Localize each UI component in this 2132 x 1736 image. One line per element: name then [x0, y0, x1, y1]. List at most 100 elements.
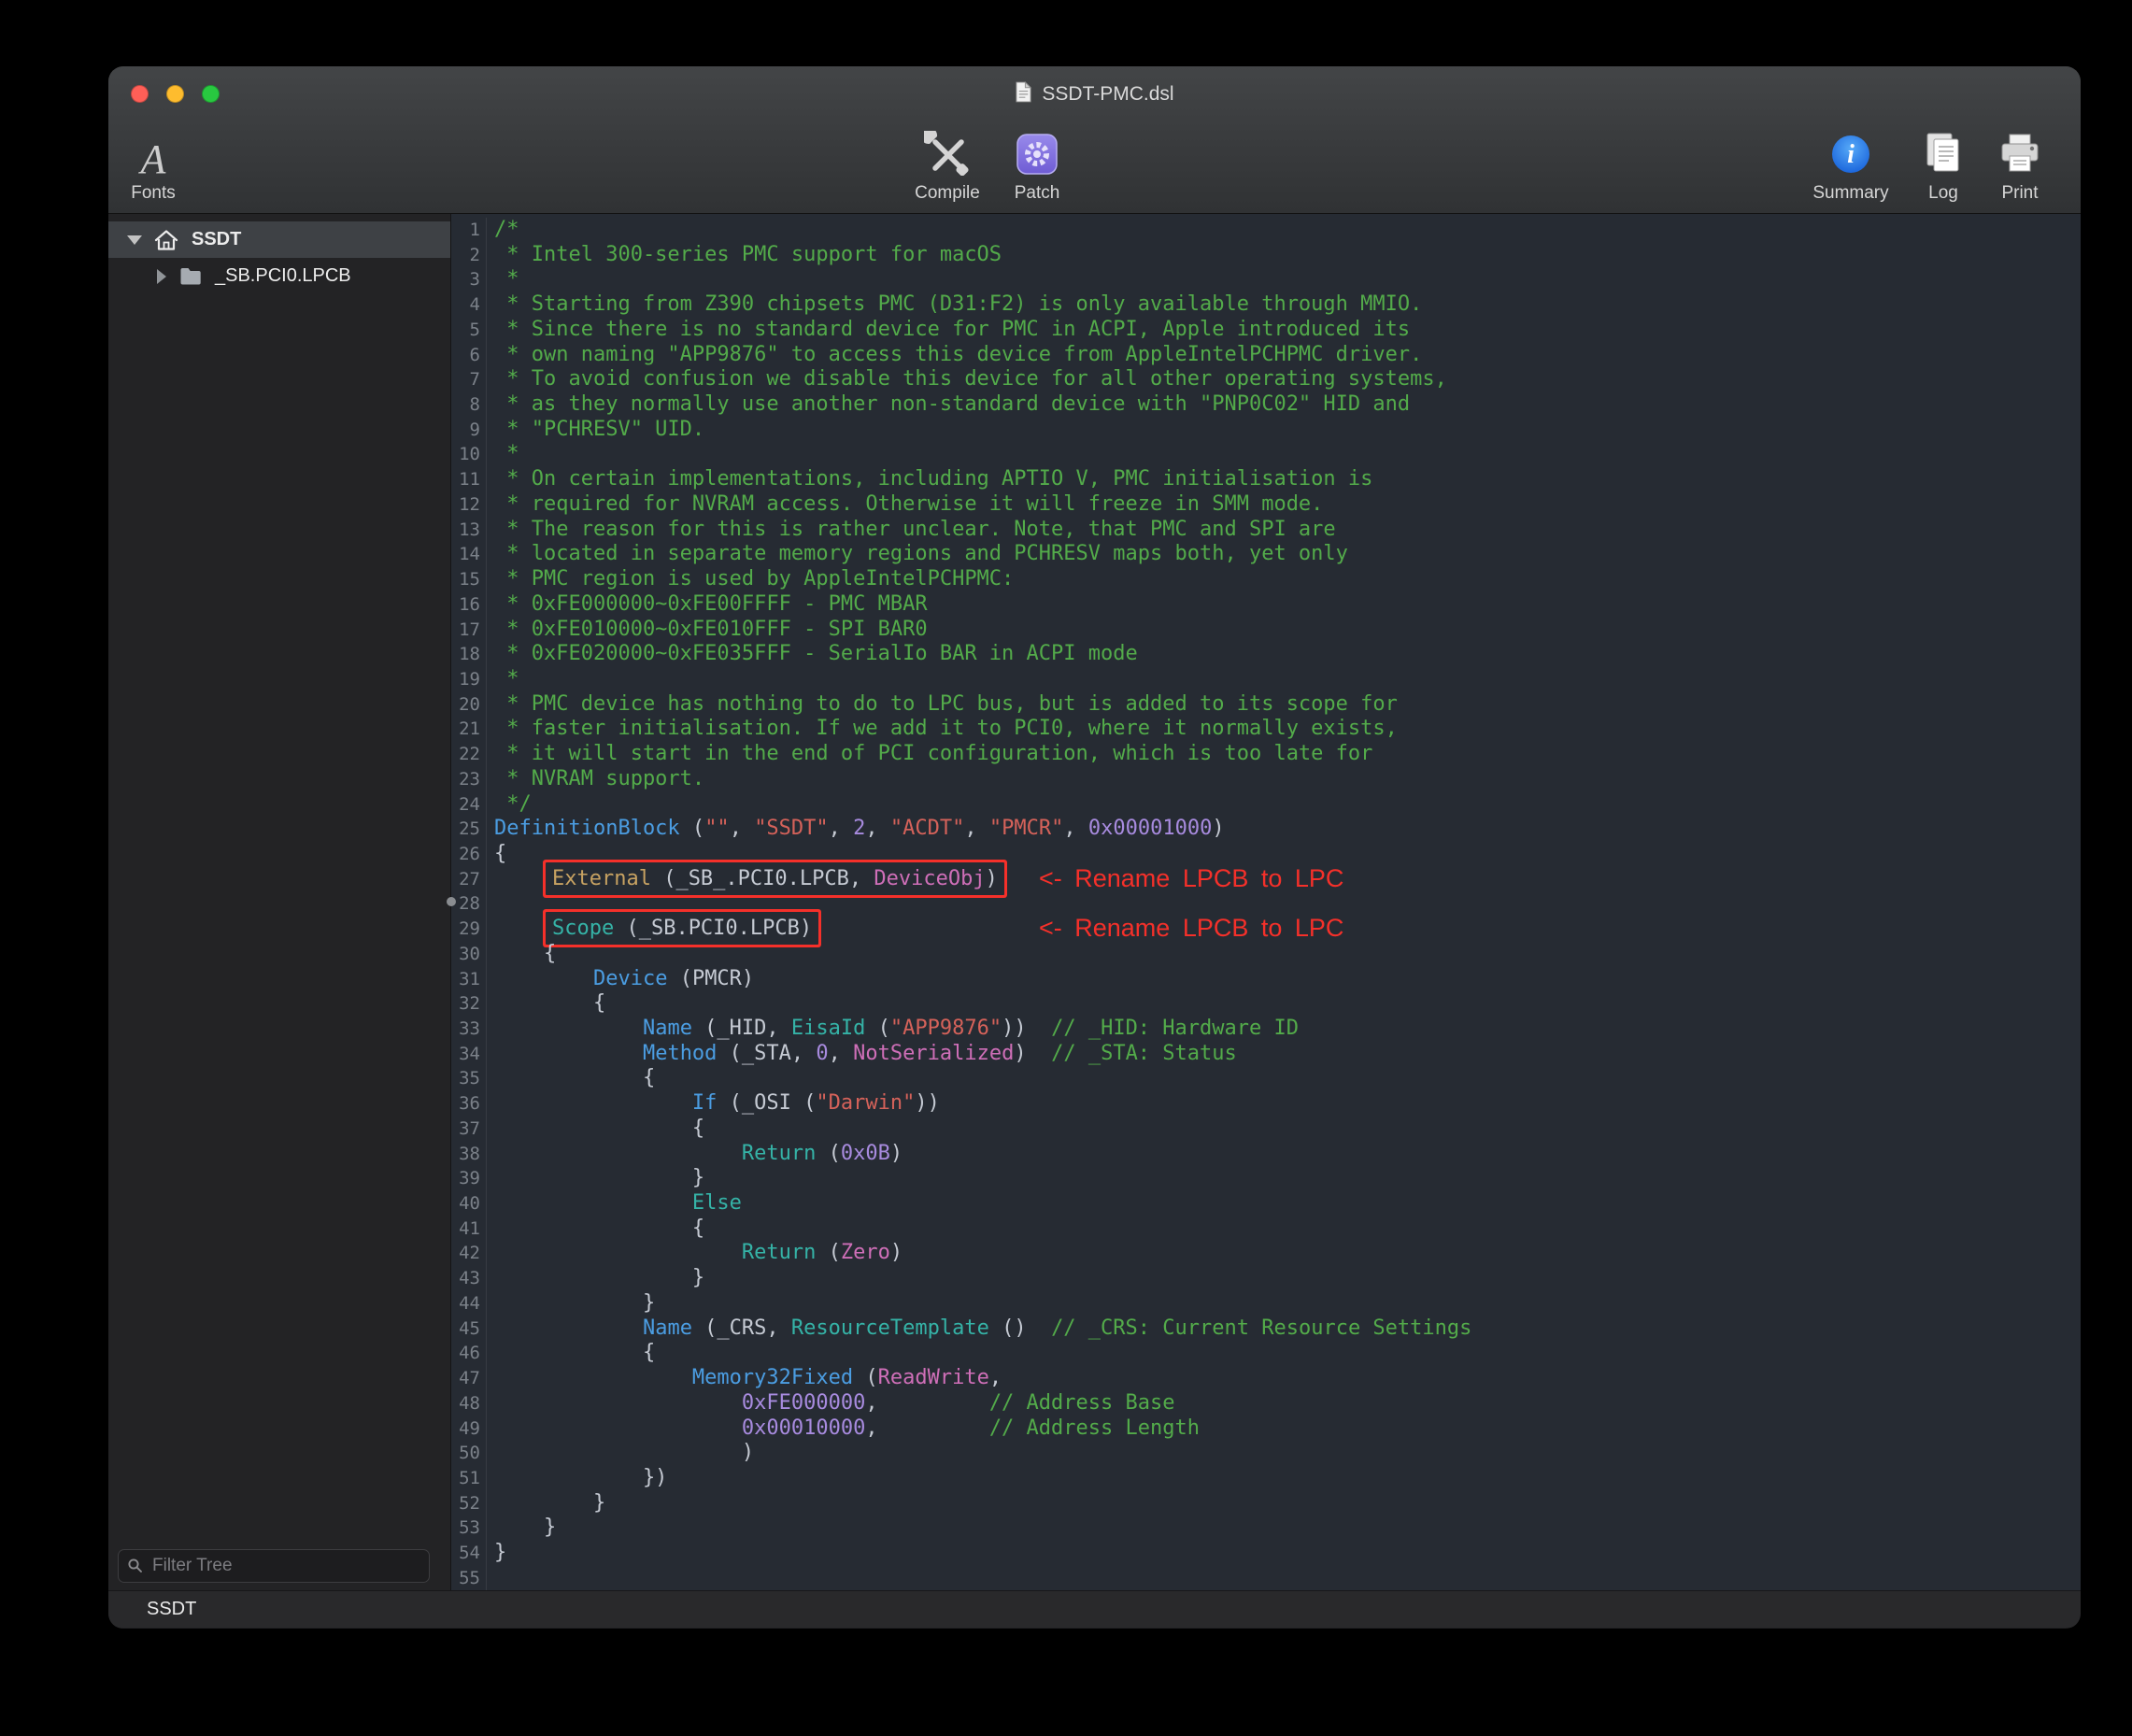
fonts-label: Fonts: [131, 183, 176, 204]
code-line: 25DefinitionBlock ("", "SSDT", 2, "ACDT"…: [451, 817, 2081, 842]
code-line: 53 }: [451, 1515, 2081, 1541]
code-line: 47 Memory32Fixed (ReadWrite,: [451, 1366, 2081, 1391]
code-line: 41 {: [451, 1217, 2081, 1242]
code-line: 18 * 0xFE020000~0xFE035FFF - SerialIo BA…: [451, 642, 2081, 667]
line-number: 25: [451, 817, 487, 842]
code-line: 5 * Since there is no standard device fo…: [451, 318, 2081, 343]
code-line: 3 *: [451, 267, 2081, 292]
line-number: 7: [451, 367, 487, 392]
sidebar-item-sb-pci0-lpcb[interactable]: _SB.PCI0.LPCB: [108, 258, 450, 294]
summary-label: Summary: [1812, 183, 1888, 204]
line-number: 3: [451, 267, 487, 292]
sidebar-item-label: SSDT: [192, 229, 241, 250]
line-number: 14: [451, 542, 487, 567]
line-number: 9: [451, 418, 487, 443]
code-line: 16 * 0xFE000000~0xFE00FFFF - PMC MBAR: [451, 592, 2081, 618]
code-line: 38 Return (0x0B): [451, 1142, 2081, 1167]
code-line: 55: [451, 1566, 2081, 1590]
code-line: 11 * On certain implementations, includi…: [451, 467, 2081, 492]
code-line: 12 * required for NVRAM access. Otherwis…: [451, 492, 2081, 518]
code-line: 34 Method (_STA, 0, NotSerialized) // _S…: [451, 1042, 2081, 1067]
code-line: 15 * PMC region is used by AppleIntelPCH…: [451, 567, 2081, 592]
code-line: 27 External (_SB_.PCI0.LPCB, DeviceObj)<…: [451, 867, 2081, 892]
line-number: 55: [451, 1566, 487, 1590]
line-number: 15: [451, 567, 487, 592]
red-annotation-box: Scope (_SB.PCI0.LPCB): [546, 912, 818, 945]
line-number: 30: [451, 942, 487, 967]
code-editor[interactable]: 1/*2 * Intel 300-series PMC support for …: [451, 214, 2081, 1590]
code-line: 10 *: [451, 442, 2081, 467]
sidebar-item-ssdt-root[interactable]: SSDT: [108, 221, 450, 258]
splitter-handle[interactable]: [447, 897, 456, 906]
print-button[interactable]: Print: [1964, 126, 2076, 204]
code-line: 52 }: [451, 1491, 2081, 1516]
sidebar-item-label: _SB.PCI0.LPCB: [215, 265, 351, 287]
line-number: 51: [451, 1466, 487, 1491]
line-number: 27: [451, 867, 487, 892]
line-number: 37: [451, 1117, 487, 1142]
line-number: 17: [451, 618, 487, 643]
log-label: Log: [1928, 183, 1958, 204]
line-number: 44: [451, 1291, 487, 1316]
code-line: 13 * The reason for this is rather uncle…: [451, 518, 2081, 543]
line-number: 52: [451, 1491, 487, 1516]
line-number: 42: [451, 1241, 487, 1266]
code-line: 17 * 0xFE010000~0xFE010FFF - SPI BAR0: [451, 618, 2081, 643]
document-icon: [1015, 81, 1032, 107]
code-line: 30 {: [451, 942, 2081, 967]
patch-button[interactable]: Patch: [981, 126, 1093, 204]
line-number: 33: [451, 1017, 487, 1042]
line-number: 23: [451, 767, 487, 792]
code-line: 44 }: [451, 1291, 2081, 1316]
line-number: 8: [451, 392, 487, 418]
code-line: 21 * faster initialisation. If we add it…: [451, 717, 2081, 742]
chevron-down-icon[interactable]: [127, 235, 142, 245]
code-line: 49 0x00010000, // Address Length: [451, 1416, 2081, 1442]
sidebar-tree-pane: SSDT _SB.PCI0.LPCB: [108, 214, 451, 1590]
line-number: 18: [451, 642, 487, 667]
code-line: 19 *: [451, 667, 2081, 692]
code-line: 48 0xFE000000, // Address Base: [451, 1391, 2081, 1416]
code-lines: 1/*2 * Intel 300-series PMC support for …: [451, 218, 2081, 1590]
compile-label: Compile: [915, 183, 980, 204]
info-icon: i: [1829, 133, 1872, 180]
code-line: 20 * PMC device has nothing to do to LPC…: [451, 692, 2081, 718]
code-line: 4 * Starting from Z390 chipsets PMC (D31…: [451, 292, 2081, 318]
line-number: 16: [451, 592, 487, 618]
code-line: 33 Name (_HID, EisaId ("APP9876")) // _H…: [451, 1017, 2081, 1042]
line-number: 38: [451, 1142, 487, 1167]
code-line: 50 ): [451, 1441, 2081, 1466]
code-line: 9 * "PCHRESV" UID.: [451, 418, 2081, 443]
line-number: 20: [451, 692, 487, 718]
rename-annotation: <- Rename LPCB to LPC: [1039, 916, 1343, 941]
chevron-right-icon[interactable]: [157, 269, 166, 284]
code-line: 45 Name (_CRS, ResourceTemplate () // _C…: [451, 1316, 2081, 1342]
line-number: 32: [451, 991, 487, 1017]
line-number: 49: [451, 1416, 487, 1442]
fonts-button[interactable]: A Fonts: [108, 126, 209, 204]
patch-label: Patch: [1015, 183, 1060, 204]
code-line: 14 * located in separate memory regions …: [451, 542, 2081, 567]
line-number: 54: [451, 1541, 487, 1566]
filter-tree-input[interactable]: [118, 1549, 430, 1583]
code-line: 1/*: [451, 218, 2081, 243]
compile-tools-icon: [924, 131, 971, 180]
search-icon: [127, 1558, 143, 1578]
line-number: 11: [451, 467, 487, 492]
line-number: 6: [451, 343, 487, 368]
line-number: 5: [451, 318, 487, 343]
code-line: 23 * NVRAM support.: [451, 767, 2081, 792]
status-bar: SSDT: [108, 1590, 2081, 1628]
line-number: 45: [451, 1316, 487, 1342]
filter-tree-field: [118, 1549, 430, 1583]
code-line: 35 {: [451, 1066, 2081, 1091]
svg-text:i: i: [1847, 140, 1855, 169]
code-line: 40 Else: [451, 1191, 2081, 1217]
line-number: 40: [451, 1191, 487, 1217]
line-number: 29: [451, 917, 487, 942]
line-number: 43: [451, 1266, 487, 1291]
code-line: 43 }: [451, 1266, 2081, 1291]
line-number: 21: [451, 717, 487, 742]
code-line: 24 */: [451, 792, 2081, 818]
print-label: Print: [2001, 183, 2038, 204]
